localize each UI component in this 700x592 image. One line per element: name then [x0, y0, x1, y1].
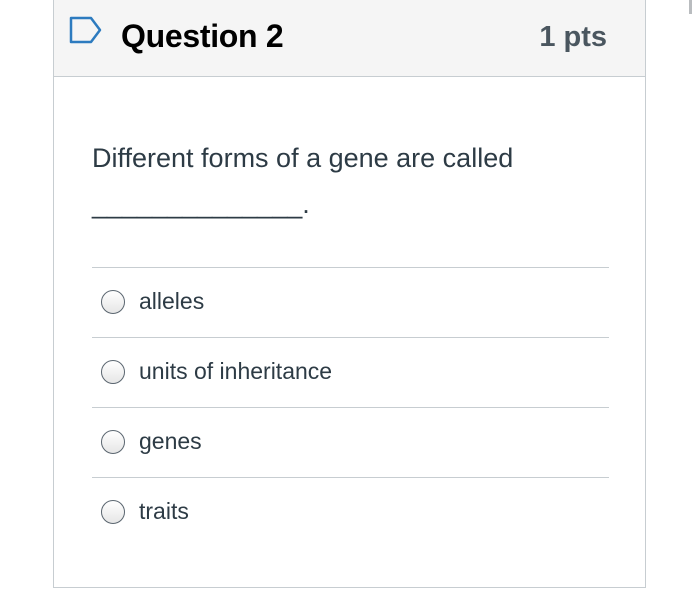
answer-option-alleles[interactable]: alleles [92, 267, 609, 337]
bookmark-flag-icon[interactable] [69, 16, 103, 44]
page: Question 2 1 pts Different forms of a ge… [0, 0, 700, 592]
answer-option-traits[interactable]: traits [92, 477, 609, 547]
answer-option-genes[interactable]: genes [92, 407, 609, 477]
answer-option-units-of-inheritance[interactable]: units of inheritance [92, 337, 609, 407]
question-text-line: Different forms of a gene are called [92, 143, 514, 173]
question-card: Question 2 1 pts Different forms of a ge… [53, 0, 646, 588]
answer-label: traits [139, 498, 189, 524]
question-title: Question 2 [121, 18, 284, 54]
answer-label: genes [139, 428, 202, 454]
question-text: Different forms of a gene are called ___… [92, 135, 612, 227]
answer-label: units of inheritance [139, 358, 333, 384]
radio-button[interactable] [101, 360, 125, 384]
radio-button[interactable] [101, 500, 125, 524]
question-blank: ______________. [92, 189, 310, 219]
question-points: 1 pts [539, 21, 607, 53]
scrollbar[interactable] [689, 0, 692, 14]
answer-list: alleles units of inheritance genes trait… [92, 267, 609, 547]
answer-label: alleles [139, 288, 205, 314]
radio-button[interactable] [101, 430, 125, 454]
question-header: Question 2 1 pts [54, 0, 645, 77]
radio-button[interactable] [101, 290, 125, 314]
